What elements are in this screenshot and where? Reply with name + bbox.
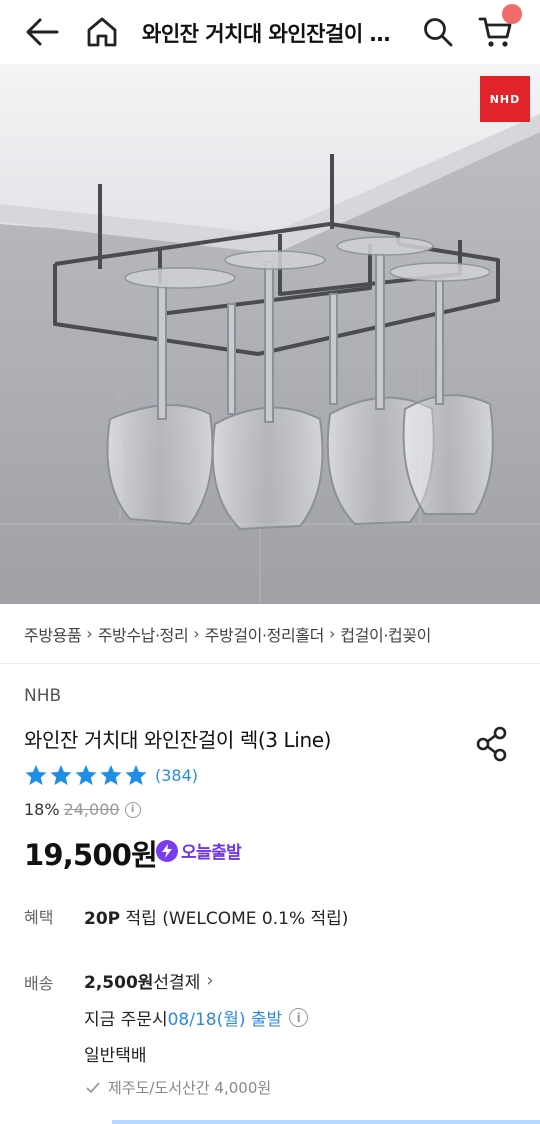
chevron-right-icon: › [193, 624, 200, 643]
sale-price: 19,500원 [24, 838, 158, 872]
product-brand[interactable]: NHB [24, 686, 61, 706]
chevron-right-icon: › [328, 624, 336, 643]
shipping-date-row: 지금 주문시 08/18(월) 출발 i [84, 1005, 309, 1030]
back-arrow-icon [26, 18, 59, 46]
info-icon[interactable]: i [124, 801, 141, 818]
shipping-fee-row[interactable]: 2,500원 선결제 › [84, 968, 214, 993]
home-button[interactable] [80, 10, 124, 54]
star-icon [75, 765, 97, 785]
cart-badge [502, 4, 522, 24]
lightning-icon [156, 839, 178, 862]
search-icon [424, 18, 453, 47]
check-icon [86, 1081, 100, 1093]
review-count[interactable]: (384) [155, 766, 198, 785]
chevron-right-icon: › [86, 624, 93, 643]
star-icon [100, 765, 122, 785]
star-icon [25, 765, 47, 785]
benefit-desc: 적립 (WELCOME 0.1% 적립) [120, 909, 349, 929]
benefit-text: 20P 적립 (WELCOME 0.1% 적립) [84, 904, 348, 929]
chevron-right-icon: › [206, 970, 214, 991]
page-title: 와인잔 거치대 와인잔걸이 렉(3 Line) [142, 22, 402, 46]
star-icon [50, 765, 72, 785]
breadcrumb-item[interactable]: 주방용품 [24, 622, 82, 646]
top-app-bar: 와인잔 거치대 와인잔걸이 렉(3 Line) [0, 0, 540, 64]
benefit-points: 20P [84, 909, 121, 929]
shipping-note-text: 제주도/도서산간 4,000원 [108, 1079, 272, 1097]
shipping-method: 일반택배 [84, 1046, 147, 1066]
search-button[interactable] [416, 10, 460, 54]
badge-label: 오늘출발 [181, 843, 242, 863]
share-button[interactable] [472, 724, 512, 764]
order-prefix: 지금 주문시 [84, 1010, 168, 1030]
brand-logo: NHD [480, 76, 530, 122]
home-icon [87, 17, 117, 47]
breadcrumb: 주방용품 › 주방수납·정리 › 주방걸이·정리홀더 › 컵걸이·컵꽂이 [0, 604, 540, 664]
ship-date: 08/18(월) 출발 [167, 1010, 283, 1030]
wine-glass-rack-photo [0, 64, 540, 604]
back-button[interactable] [20, 10, 64, 54]
product-image[interactable]: NHD [0, 64, 540, 604]
today-shipping-badge: 오늘출발 [156, 838, 242, 863]
breadcrumb-item[interactable]: 주방걸이·정리홀더 [205, 622, 325, 646]
benefit-label: 혜택 [24, 908, 54, 927]
discount-row: 18% 24,000 i [24, 800, 141, 819]
breadcrumb-item[interactable]: 컵걸이·컵꽂이 [340, 622, 431, 646]
shipping-note: 제주도/도서산간 4,000원 [86, 1077, 271, 1098]
original-price: 24,000 [63, 800, 120, 819]
breadcrumb-item[interactable]: 주방수납·정리 [98, 622, 189, 646]
rating[interactable]: (384) [24, 764, 198, 786]
shipping-fee: 2,500원 [84, 973, 154, 993]
product-title: 와인잔 거치대 와인잔걸이 렉(3 Line) [24, 728, 332, 752]
scroll-indicator [112, 1120, 540, 1124]
shipping-label: 배송 [24, 974, 54, 993]
info-icon[interactable]: i [289, 1008, 309, 1027]
brand-logo-text: NHD [489, 92, 521, 106]
discount-rate: 18% [24, 800, 60, 819]
share-icon [476, 726, 507, 762]
star-icon [125, 765, 147, 785]
shipping-fee-suffix: 선결제 [153, 973, 201, 993]
